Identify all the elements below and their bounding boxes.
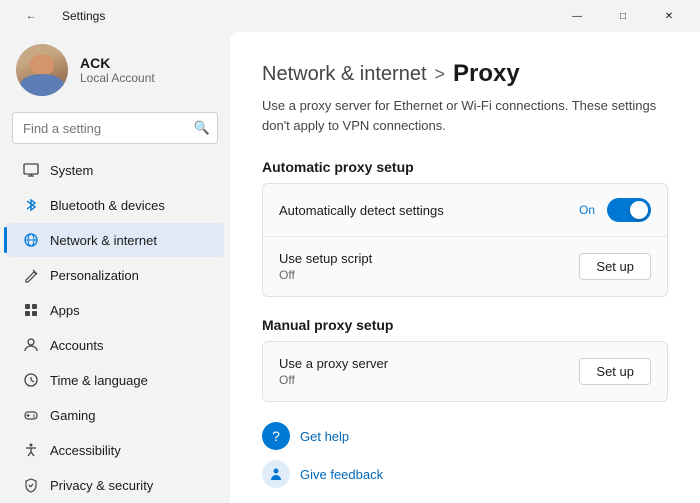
- setup-script-label: Use setup script: [279, 251, 372, 266]
- gaming-icon: [22, 406, 40, 424]
- automatic-proxy-section: Automatic proxy setup Automatically dete…: [262, 159, 668, 297]
- proxy-server-button[interactable]: Set up: [579, 358, 651, 385]
- sidebar-item-apps-label: Apps: [50, 303, 80, 318]
- auto-detect-row: Automatically detect settings On: [263, 184, 667, 237]
- toggle-state-label: On: [579, 203, 595, 217]
- title-bar-left: ← Settings: [8, 0, 105, 32]
- accessibility-icon: [22, 441, 40, 459]
- breadcrumb-separator: >: [435, 64, 446, 85]
- bluetooth-icon: [22, 196, 40, 214]
- sidebar-item-network[interactable]: Network & internet: [6, 223, 224, 257]
- sidebar-item-network-label: Network & internet: [50, 233, 157, 248]
- automatic-proxy-card: Automatically detect settings On Use set…: [262, 183, 668, 297]
- page-description: Use a proxy server for Ethernet or Wi-Fi…: [262, 96, 668, 135]
- maximize-button[interactable]: □: [600, 0, 646, 32]
- network-icon: [22, 231, 40, 249]
- proxy-server-sub: Off: [279, 373, 388, 387]
- sidebar-item-accessibility[interactable]: Accessibility: [6, 433, 224, 467]
- apps-icon: [22, 301, 40, 319]
- minimize-button[interactable]: —: [554, 0, 600, 32]
- title-bar: ← Settings — □ ✕: [0, 0, 700, 32]
- sidebar-item-gaming-label: Gaming: [50, 408, 96, 423]
- sidebar-item-apps[interactable]: Apps: [6, 293, 224, 327]
- search-input[interactable]: [12, 112, 218, 144]
- setup-script-sub: Off: [279, 268, 372, 282]
- manual-proxy-heading: Manual proxy setup: [262, 317, 668, 333]
- feedback-icon: [262, 460, 290, 488]
- profile-subtitle: Local Account: [80, 71, 155, 85]
- feedback-label: Give feedback: [300, 467, 383, 482]
- search-box: 🔍: [12, 112, 218, 144]
- search-icon: 🔍: [194, 120, 210, 136]
- profile-name: ACK: [80, 55, 155, 71]
- setup-script-info: Use setup script Off: [279, 251, 372, 282]
- avatar: [16, 44, 68, 96]
- sidebar-item-personalization-label: Personalization: [50, 268, 139, 283]
- toggle-knob: [630, 201, 648, 219]
- proxy-server-info: Use a proxy server Off: [279, 356, 388, 387]
- footer-links: ? Get help Give feedback: [262, 422, 668, 488]
- sidebar-item-accessibility-label: Accessibility: [50, 443, 121, 458]
- sidebar: ACK Local Account 🔍 System: [0, 32, 230, 503]
- profile-section[interactable]: ACK Local Account: [0, 32, 230, 112]
- sidebar-item-accounts[interactable]: Accounts: [6, 328, 224, 362]
- breadcrumb: Network & internet > Proxy: [262, 60, 668, 88]
- sidebar-nav: System Bluetooth & devices: [0, 152, 230, 503]
- close-button[interactable]: ✕: [646, 0, 692, 32]
- feedback-link[interactable]: Give feedback: [262, 460, 668, 488]
- automatic-proxy-heading: Automatic proxy setup: [262, 159, 668, 175]
- auto-detect-toggle[interactable]: [607, 198, 651, 222]
- setup-script-button[interactable]: Set up: [579, 253, 651, 280]
- get-help-icon: ?: [262, 422, 290, 450]
- personalization-icon: [22, 266, 40, 284]
- sidebar-item-bluetooth[interactable]: Bluetooth & devices: [6, 188, 224, 222]
- sidebar-item-system-label: System: [50, 163, 93, 178]
- setup-script-row: Use setup script Off Set up: [263, 237, 667, 296]
- manual-proxy-section: Manual proxy setup Use a proxy server Of…: [262, 317, 668, 402]
- sidebar-item-system[interactable]: System: [6, 153, 224, 187]
- time-icon: [22, 371, 40, 389]
- content-area: Network & internet > Proxy Use a proxy s…: [230, 32, 700, 503]
- auto-detect-toggle-wrap: On: [579, 198, 651, 222]
- breadcrumb-parent[interactable]: Network & internet: [262, 63, 427, 86]
- title-bar-controls: — □ ✕: [554, 0, 692, 32]
- sidebar-item-gaming[interactable]: Gaming: [6, 398, 224, 432]
- privacy-icon: [22, 476, 40, 494]
- profile-info: ACK Local Account: [80, 55, 155, 85]
- sidebar-item-time[interactable]: Time & language: [6, 363, 224, 397]
- auto-detect-label: Automatically detect settings: [279, 203, 444, 218]
- auto-detect-info: Automatically detect settings: [279, 203, 444, 218]
- back-button[interactable]: ←: [8, 0, 54, 32]
- sidebar-item-accounts-label: Accounts: [50, 338, 103, 353]
- sidebar-item-bluetooth-label: Bluetooth & devices: [50, 198, 165, 213]
- proxy-server-row: Use a proxy server Off Set up: [263, 342, 667, 401]
- sidebar-item-privacy[interactable]: Privacy & security: [6, 468, 224, 502]
- get-help-label: Get help: [300, 429, 349, 444]
- accounts-icon: [22, 336, 40, 354]
- manual-proxy-card: Use a proxy server Off Set up: [262, 341, 668, 402]
- get-help-link[interactable]: ? Get help: [262, 422, 668, 450]
- sidebar-item-time-label: Time & language: [50, 373, 148, 388]
- page-title: Proxy: [453, 60, 520, 88]
- title-bar-title: Settings: [62, 9, 105, 23]
- system-icon: [22, 161, 40, 179]
- proxy-server-label: Use a proxy server: [279, 356, 388, 371]
- sidebar-item-privacy-label: Privacy & security: [50, 478, 153, 493]
- sidebar-item-personalization[interactable]: Personalization: [6, 258, 224, 292]
- main-window: ACK Local Account 🔍 System: [0, 32, 700, 503]
